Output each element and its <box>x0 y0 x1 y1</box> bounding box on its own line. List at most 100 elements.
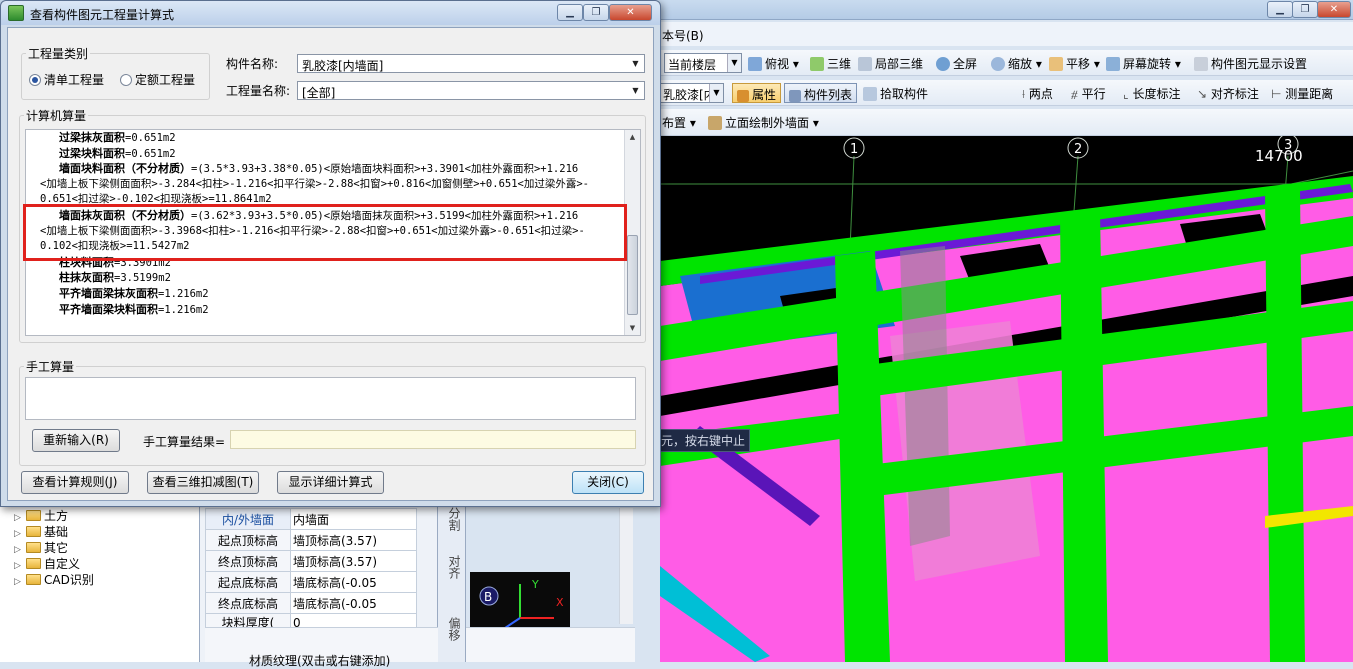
tree-item-other[interactable]: ▷ 其它 <box>14 539 68 555</box>
fullscreen-button[interactable]: 全屏 <box>936 55 977 72</box>
property-row[interactable]: 终点底标高 墙底标高(-0.05 <box>205 592 417 614</box>
gizmo-label-x: X <box>556 596 564 609</box>
property-scrollbar[interactable] <box>619 508 633 624</box>
radio-bill-quantity[interactable]: 清单工程量 <box>29 71 104 88</box>
calc-line: 柱抹灰面积=3.5199m2 <box>26 270 624 286</box>
manual-result-field[interactable] <box>230 430 636 449</box>
calc-line-key: 柱抹灰面积 <box>59 271 114 285</box>
tree-item-label: CAD识别 <box>44 573 94 587</box>
split-tool[interactable]: 分割 <box>446 507 463 531</box>
radio-quota-quantity[interactable]: 定额工程量 <box>120 71 195 88</box>
scroll-up-icon[interactable]: ▲ <box>625 130 640 144</box>
close-button[interactable]: 关闭(C) <box>572 471 644 494</box>
calc-line-text: <加墙上板下梁侧面面积>-3.284<扣柱>-1.216<扣平行梁>-2.88<… <box>40 177 590 190</box>
two-point-icon: ⟊ <box>1022 87 1029 101</box>
display-settings-button[interactable]: 构件图元显示设置 <box>1194 55 1307 72</box>
radio-quota-label: 定额工程量 <box>135 73 196 87</box>
property-row[interactable]: 终点顶标高 墙顶标高(3.57) <box>205 550 417 572</box>
parallel-label: 平行 <box>1081 87 1106 101</box>
elevation-outer-wall-button[interactable]: 立面绘制外墙面 ▾ <box>708 114 819 131</box>
view-top-button[interactable]: 俯视 ▾ <box>748 55 799 72</box>
dialog-minimize-button[interactable]: ▁ <box>557 4 583 21</box>
axis-label-2: 2 <box>1074 142 1082 157</box>
parallel-icon: ⧣ <box>1071 87 1082 101</box>
calc-line: 平齐墙面梁抹灰面积=1.216m2 <box>26 286 624 302</box>
property-value[interactable]: 墙底标高(-0.05 <box>290 592 417 614</box>
show-detail-button[interactable]: 显示详细计算式 <box>277 471 384 494</box>
tree-item-label: 其它 <box>44 541 69 555</box>
quantity-type-legend: 工程量类别 <box>26 45 91 62</box>
local-3d-label: 局部三维 <box>875 57 924 71</box>
rotate-button[interactable]: 屏幕旋转 ▾ <box>1106 55 1181 72</box>
property-row[interactable]: 内/外墙面 内墙面 <box>205 508 417 530</box>
dialog-maximize-button[interactable]: ❐ <box>583 4 609 21</box>
dialog-body: 工程量类别 清单工程量 定额工程量 构件名称: 乳胶漆[内墙面] ▼ 工程量名称… <box>7 27 654 501</box>
3d-model-render: 1 2 3 <box>660 136 1353 662</box>
app-restore-button[interactable]: ❐ <box>1292 1 1318 18</box>
properties-button[interactable]: 属性 <box>732 83 782 103</box>
reenter-button[interactable]: 重新输入(R) <box>32 429 120 452</box>
scroll-down-icon[interactable]: ▼ <box>625 321 640 335</box>
calc-line-text: =0.651m2 <box>125 147 176 160</box>
zoom-button[interactable]: 缩放 ▾ <box>991 55 1042 72</box>
property-row[interactable]: 起点顶标高 墙顶标高(3.57) <box>205 529 417 551</box>
chevron-down-icon: ▼ <box>632 59 639 68</box>
property-value[interactable]: 墙底标高(-0.05 <box>290 571 417 593</box>
scroll-thumb[interactable] <box>627 235 638 315</box>
radio-checked-icon <box>29 74 41 86</box>
property-key: 终点底标高 <box>205 592 291 614</box>
dialog-close-x-button[interactable]: ✕ <box>609 4 652 21</box>
view-rules-button[interactable]: 查看计算规则(J) <box>21 471 129 494</box>
calc-line: 墙面块料面积（不分材质）=(3.5*3.93+3.38*0.05)<原始墙面块料… <box>26 161 624 177</box>
tree-item-cad[interactable]: ▷ CAD识别 <box>14 571 94 587</box>
parallel-button[interactable]: ⧣ 平行 <box>1071 85 1106 102</box>
manual-calc-legend: 手工算量 <box>24 358 77 375</box>
app-close-button[interactable]: ✕ <box>1317 1 1351 18</box>
offset-tool[interactable]: 偏移 <box>446 617 463 641</box>
menu-item[interactable]: 本号(B) <box>662 27 704 44</box>
property-value[interactable]: 墙顶标高(3.57) <box>290 550 417 572</box>
tree-item-foundation[interactable]: ▷ 基础 <box>14 523 68 539</box>
measure-distance-button[interactable]: ⊢ 测量距离 <box>1271 85 1333 102</box>
component-list-button[interactable]: 构件列表 <box>784 83 858 103</box>
component-combo-value: 乳胶漆[内 <box>663 88 716 102</box>
two-point-button[interactable]: ⟊ 两点 <box>1022 85 1053 102</box>
calc-line-key: 过梁块料面积 <box>59 146 125 160</box>
hand-icon <box>1049 57 1063 71</box>
two-point-label: 两点 <box>1028 87 1053 101</box>
calc-line-text: =1.216m2 <box>158 287 209 300</box>
tree-item-label: 基础 <box>44 525 69 539</box>
3d-viewport[interactable]: 1 2 3 14700 元，按右键中止 <box>660 136 1353 662</box>
view-3d-deduct-button[interactable]: 查看三维扣减图(T) <box>147 471 259 494</box>
pan-button[interactable]: 平移 ▾ <box>1049 55 1100 72</box>
coordinate-gizmo: B Y X <box>470 572 570 632</box>
app-minimize-button[interactable]: ▁ <box>1267 1 1293 18</box>
radio-bill-label: 清单工程量 <box>44 73 105 87</box>
quantity-type-group: 工程量类别 清单工程量 定额工程量 <box>21 45 210 100</box>
tree-item-custom[interactable]: ▷ 自定义 <box>14 555 80 571</box>
property-value[interactable]: 墙顶标高(3.57) <box>290 529 417 551</box>
calc-line-key: 平齐墙面梁块料面积 <box>59 302 158 316</box>
floor-combo[interactable]: 当前楼层 ▼ <box>664 53 742 73</box>
property-row[interactable]: 起点底标高 墙底标高(-0.05 <box>205 571 417 593</box>
align-mark-button[interactable]: ↘ 对齐标注 <box>1197 85 1259 102</box>
quantity-formula-dialog: 查看构件图元工程量计算式 ▁ ❐ ✕ 工程量类别 清单工程量 定额工程量 构件名… <box>0 0 661 507</box>
properties-icon <box>737 90 749 102</box>
calc-line-text: =(3.5*3.93+3.38*0.05)<原始墙面块料面积>+3.3901<加… <box>191 163 579 176</box>
material-texture-area[interactable]: 材质纹理(双击或右键添加) <box>205 627 635 668</box>
align-tool[interactable]: 对齐 <box>446 555 463 579</box>
quantity-name-combo[interactable]: [全部] ▼ <box>297 81 645 100</box>
magnifier-icon <box>991 57 1005 71</box>
component-combo[interactable]: 乳胶漆[内 ▼ <box>660 83 724 103</box>
tree-item-earthwork[interactable]: ▷ 土方 <box>14 507 68 523</box>
component-name-combo[interactable]: 乳胶漆[内墙面] ▼ <box>297 54 645 73</box>
dialog-titlebar[interactable]: 查看构件图元工程量计算式 ▁ ❐ ✕ <box>1 1 660 25</box>
manual-calc-input[interactable] <box>25 377 636 420</box>
pick-component-button[interactable]: 拾取构件 <box>863 85 928 102</box>
view-3d-button[interactable]: 三维 <box>810 55 851 72</box>
length-mark-button[interactable]: ⌞ 长度标注 <box>1123 85 1180 102</box>
local-3d-button[interactable]: 局部三维 <box>858 55 923 72</box>
cube-icon <box>748 57 762 71</box>
property-value[interactable]: 内墙面 <box>290 508 417 530</box>
layout-menu[interactable]: 布置 ▾ <box>662 114 696 131</box>
